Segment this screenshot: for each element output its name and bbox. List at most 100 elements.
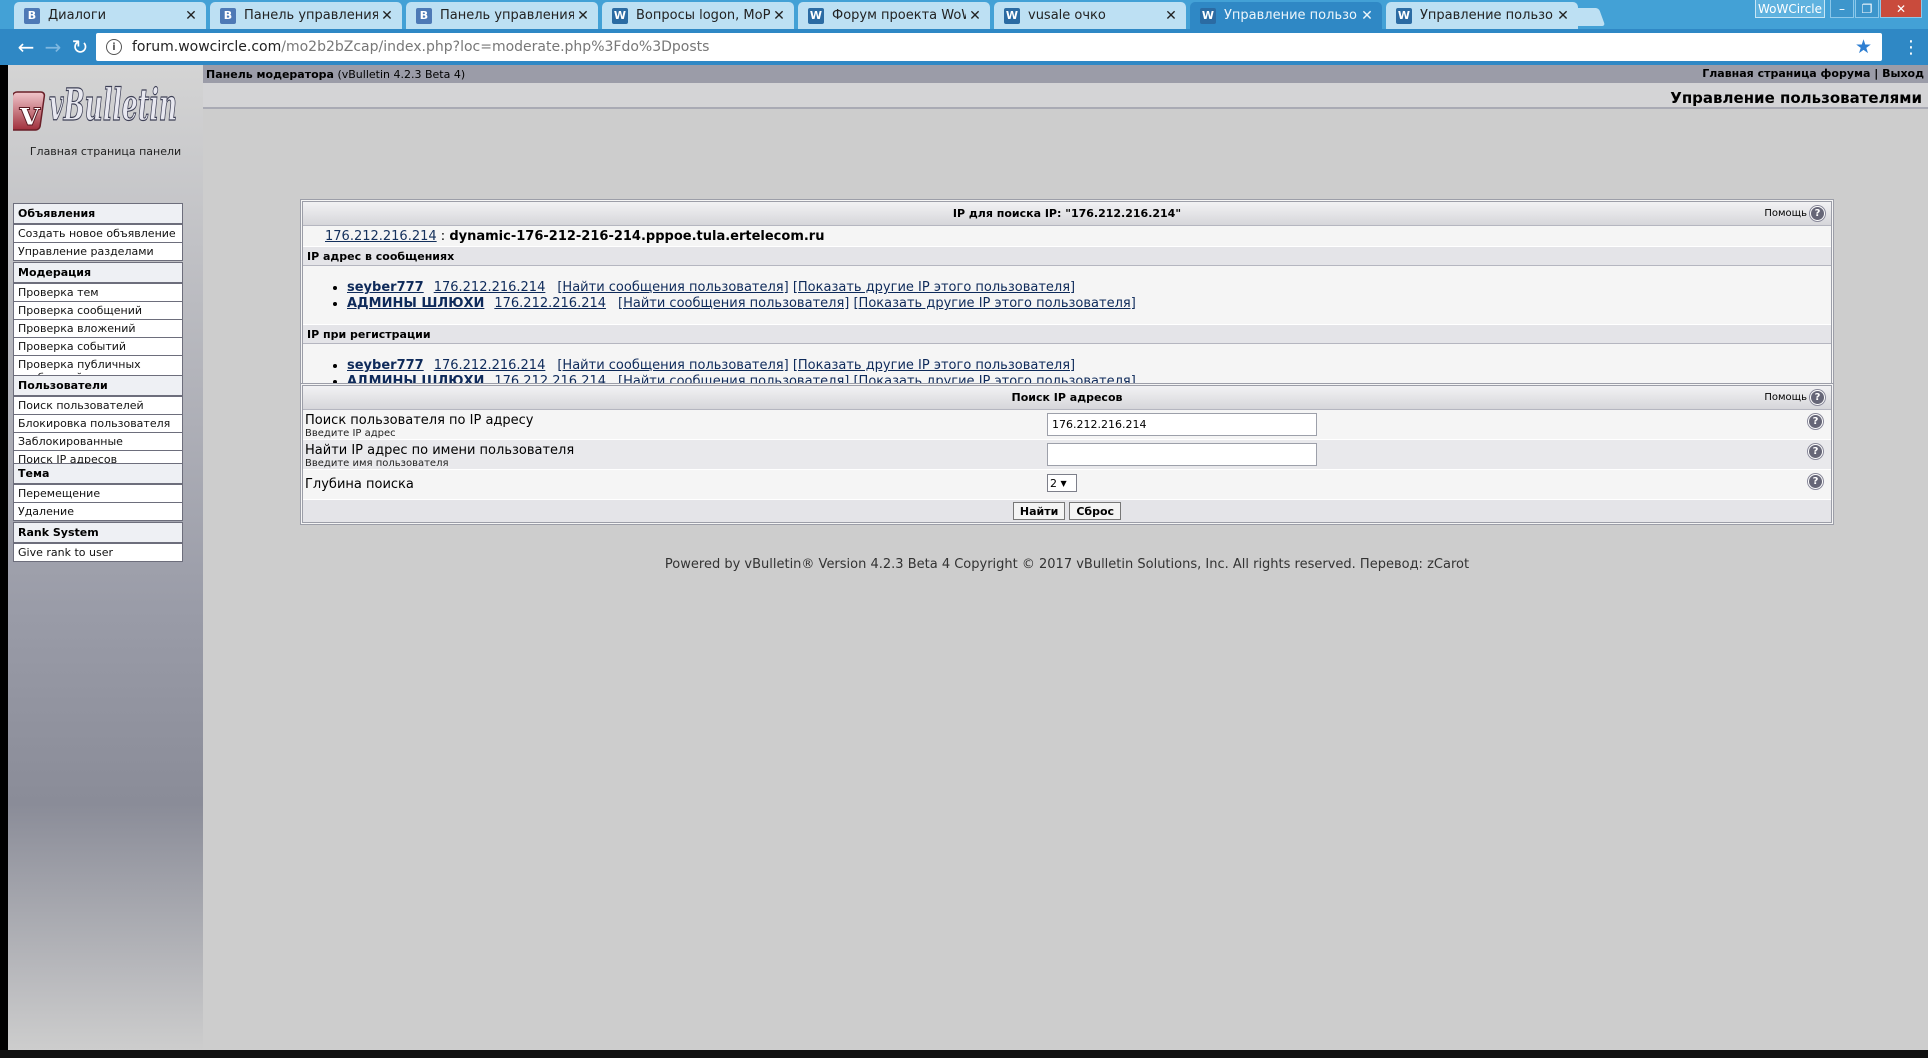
ip-link[interactable]: 176.212.216.214 [494,296,606,311]
tab-title: Управление пользовате [1420,8,1554,23]
close-icon[interactable]: ✕ [574,8,592,24]
browser-tab[interactable]: W Форум проекта WoW Ci✕ [798,2,990,29]
close-icon[interactable]: ✕ [966,8,984,24]
forward-icon[interactable]: → [41,35,65,59]
username-link[interactable]: seyber777 [347,280,424,295]
sidebar-item[interactable]: Проверка тем [14,284,182,302]
find-posts-link[interactable]: [Найти сообщения пользователя] [557,358,788,373]
sidebar: v vBulletin Главная страница панели Объя… [8,65,203,1050]
url-path: /mo2b2bZcap/index.php?loc=moderate.php%3… [281,39,710,55]
restore-button[interactable]: ❐ [1855,0,1879,18]
sidebar-item[interactable]: Перемещение [14,485,182,503]
username-input[interactable] [1047,443,1317,466]
browser-menu-icon[interactable]: ⋮ [1902,37,1920,58]
nav-group: Тема Перемещение Удаление [13,463,183,521]
nav-group-title[interactable]: Тема [14,464,182,485]
logout-link[interactable]: Выход [1882,67,1924,80]
other-ips-link[interactable]: [Показать другие IP этого пользователя] [793,280,1075,295]
find-posts-link[interactable]: [Найти сообщения пользователя] [557,280,788,295]
page-content: v vBulletin Главная страница панели Объя… [8,65,1928,1050]
other-ips-link[interactable]: [Показать другие IP этого пользователя] [853,296,1135,311]
sidebar-item[interactable]: Проверка вложений [14,320,182,338]
sidebar-item[interactable]: Создать новое объявление [14,225,182,243]
ip-search-desc: Введите IP адрес [305,428,396,439]
sidebar-item[interactable]: Проверка сообщений [14,302,182,320]
tab-title: Вопросы logon, MoP, W [636,8,770,23]
section-header: IP адрес в сообщениях [303,246,1831,266]
close-icon[interactable]: ✕ [1162,8,1180,24]
form-buttons: Найти Сброс [303,500,1831,522]
close-icon[interactable]: ✕ [1358,8,1376,24]
sidebar-item[interactable]: Управление разделами [14,243,182,260]
username-link[interactable]: seyber777 [347,358,424,373]
depth-select[interactable]: 2 ▼ [1047,474,1077,492]
nav-group-title[interactable]: Пользователи [14,376,182,397]
close-icon[interactable]: ✕ [182,8,200,24]
forum-home-link[interactable]: Главная страница форума [1702,67,1870,80]
close-icon[interactable]: ✕ [378,8,396,24]
profile-label[interactable]: WoWCircle [1755,0,1825,18]
page-title-bar: Управление пользователями [203,83,1928,109]
wowcircle-icon: W [1200,7,1216,24]
ip-link[interactable]: 176.212.216.214 [434,280,546,295]
help-icon[interactable]: ? [1810,390,1825,405]
help-link[interactable]: Помощь? [1764,206,1825,221]
wowcircle-icon: W [808,7,824,24]
ip-address-input[interactable] [1047,413,1317,436]
bookmark-star-icon[interactable]: ★ [1855,36,1872,58]
browser-tab[interactable]: Wvusale очко ✕ [994,2,1186,29]
browser-tab[interactable]: WУправление пользовате✕ [1190,2,1382,29]
username-link[interactable]: АДМИНЫ ШЛЮХИ [347,296,484,311]
vk-icon: В [220,7,236,24]
sidebar-item[interactable]: Заблокированные [14,433,182,451]
help-icon[interactable]: ? [1808,444,1823,459]
reset-button[interactable]: Сброс [1069,502,1122,520]
vk-icon: В [24,7,40,24]
sidebar-home-link[interactable]: Главная страница панели [8,145,203,158]
address-bar[interactable]: i forum.wowcircle.com/mo2b2bZcap/index.p… [96,33,1882,61]
find-posts-link[interactable]: [Найти сообщения пользователя] [618,296,849,311]
tab-title: Панель управления [440,8,574,23]
sidebar-item[interactable]: Удаление [14,503,182,520]
host-separator: : [440,229,446,244]
help-icon[interactable]: ? [1808,414,1823,429]
site-info-icon[interactable]: i [106,39,122,55]
help-icon[interactable]: ? [1808,474,1823,489]
help-link[interactable]: Помощь? [1764,390,1825,405]
control-panel-bar: Панель модератора (vBulletin 4.2.3 Beta … [203,65,1928,83]
search-panel-header: Поиск IP адресов Помощь? [303,386,1831,410]
nav-group-title[interactable]: Объявления [14,204,182,225]
nav-group-title[interactable]: Rank System [14,523,182,544]
ip-link[interactable]: 176.212.216.214 [325,229,437,244]
browser-tab[interactable]: В Панель управления ✕ [406,2,598,29]
new-tab-button[interactable] [1568,8,1606,26]
minimize-button[interactable]: – [1830,0,1854,18]
back-icon[interactable]: ← [14,35,38,59]
logo-text: vBulletin [49,80,177,131]
close-window-button[interactable]: ✕ [1880,0,1922,18]
ip-results-panel: IP для поиска IP: "176.212.216.214" Помо… [300,199,1834,405]
cp-separator: | [1874,67,1879,80]
tab-title: Форум проекта WoW Ci [832,8,966,23]
list-item: seyber777 176.212.216.214 [Найти сообщения… [347,280,1831,296]
reload-icon[interactable]: ↻ [68,35,92,59]
other-ips-link[interactable]: [Показать другие IP этого пользователя] [793,358,1075,373]
browser-tab[interactable]: W Вопросы logon, MoP, W✕ [602,2,794,29]
submit-button[interactable]: Найти [1012,502,1066,520]
vbulletin-logo[interactable]: v vBulletin [13,70,178,140]
sidebar-item[interactable]: Блокировка пользователя [14,415,182,433]
browser-tab[interactable]: WУправление пользовате✕ [1386,2,1578,29]
help-icon[interactable]: ? [1810,206,1825,221]
cp-label: Панель модератора [206,67,334,81]
sidebar-item[interactable]: Проверка событий [14,338,182,356]
browser-tab[interactable]: В Диалоги ✕ [14,2,206,29]
ip-link[interactable]: 176.212.216.214 [434,358,546,373]
browser-tab[interactable]: В Панель управления ✕ [210,2,402,29]
close-icon[interactable]: ✕ [770,8,788,24]
nav-group-title[interactable]: Модерация [14,263,182,284]
vk-icon: В [416,7,432,24]
sidebar-item[interactable]: Give rank to user [14,544,182,561]
sidebar-item[interactable]: Поиск пользователей [14,397,182,415]
ip-panel-header: IP для поиска IP: "176.212.216.214" Помо… [303,202,1831,226]
host-line: 176.212.216.214 : dynamic-176-212-216-21… [303,226,1831,246]
